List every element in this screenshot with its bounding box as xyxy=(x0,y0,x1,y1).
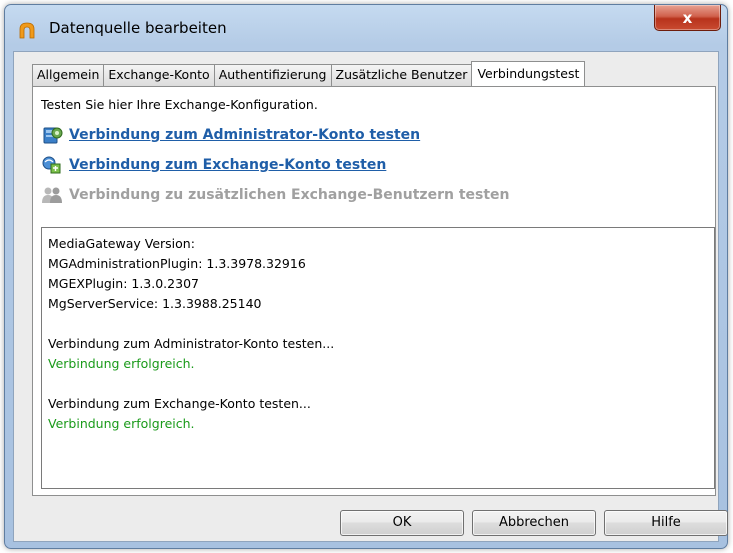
log-line: Verbindung zum Administrator-Konto teste… xyxy=(48,336,335,351)
log-success-line: Verbindung erfolgreich. xyxy=(48,416,195,431)
test-log-output[interactable]: MediaGateway Version: MGAdministrationPl… xyxy=(41,227,715,489)
dialog-window: Datenquelle bearbeiten x Allgemein Excha… xyxy=(4,4,728,549)
test-additional-users-label: Verbindung zu zusätzlichen Exchange-Benu… xyxy=(69,187,510,203)
log-line: Verbindung zum Exchange-Konto testen... xyxy=(48,396,311,411)
cancel-button[interactable]: Abbrechen xyxy=(472,510,596,536)
window-title: Datenquelle bearbeiten xyxy=(49,19,227,37)
test-admin-account-link[interactable]: Verbindung zum Administrator-Konto teste… xyxy=(41,125,420,145)
tab-verbindungstest[interactable]: Verbindungstest xyxy=(471,61,586,86)
title-bar[interactable]: Datenquelle bearbeiten x xyxy=(5,5,727,51)
tab-allgemein[interactable]: Allgemein xyxy=(32,64,105,86)
help-button[interactable]: Hilfe xyxy=(604,510,728,536)
log-line: MGEXPlugin: 1.3.0.2307 xyxy=(48,276,199,291)
log-line: MgServerService: 1.3.3988.25140 xyxy=(48,296,262,311)
log-line: MediaGateway Version: xyxy=(48,236,195,251)
tab-strip: Allgemein Exchange-Konto Authentifizieru… xyxy=(32,61,586,86)
dialog-client-area: Allgemein Exchange-Konto Authentifizieru… xyxy=(13,51,728,542)
exchange-account-icon xyxy=(41,155,63,175)
test-exchange-account-label: Verbindung zum Exchange-Konto testen xyxy=(69,157,387,173)
test-exchange-account-link[interactable]: Verbindung zum Exchange-Konto testen xyxy=(41,155,386,175)
users-icon xyxy=(41,185,63,205)
tab-exchange-konto[interactable]: Exchange-Konto xyxy=(103,64,215,86)
close-icon: x xyxy=(682,8,693,27)
app-logo-icon xyxy=(18,21,36,39)
close-button[interactable]: x xyxy=(654,5,721,31)
tab-panel-verbindungstest: Testen Sie hier Ihre Exchange-Konfigurat… xyxy=(32,86,716,496)
log-line: MGAdministrationPlugin: 1.3.3978.32916 xyxy=(48,256,306,271)
admin-account-icon xyxy=(41,125,63,145)
intro-text: Testen Sie hier Ihre Exchange-Konfigurat… xyxy=(41,97,318,112)
log-success-line: Verbindung erfolgreich. xyxy=(48,356,195,371)
ok-button[interactable]: OK xyxy=(340,510,464,536)
tab-authentifizierung[interactable]: Authentifizierung xyxy=(213,64,332,86)
test-admin-account-label: Verbindung zum Administrator-Konto teste… xyxy=(69,127,421,143)
tab-zusaetzliche-benutzer[interactable]: Zusätzliche Benutzer xyxy=(330,64,473,86)
test-additional-users-link: Verbindung zu zusätzlichen Exchange-Benu… xyxy=(41,185,510,205)
